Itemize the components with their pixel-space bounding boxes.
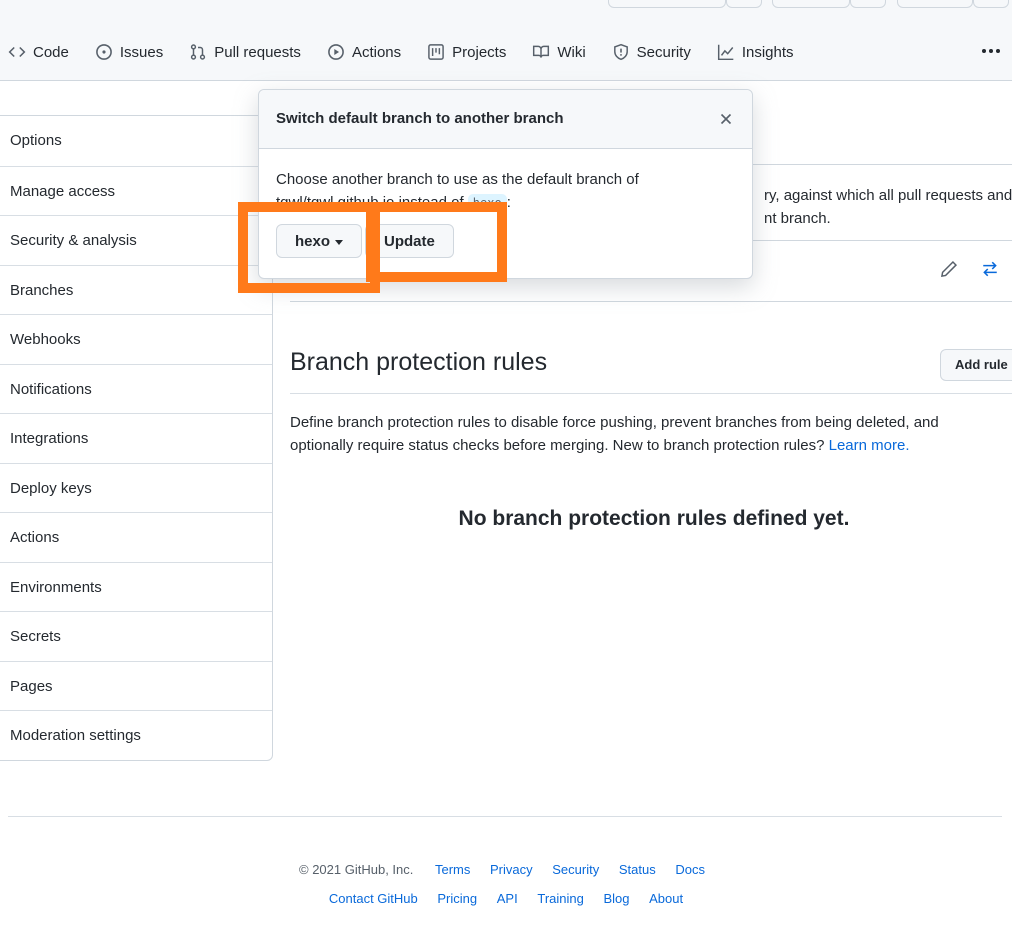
footer-divider (8, 816, 1002, 817)
switch-default-branch-dialog: Switch default branch to another branch … (258, 89, 753, 279)
repo-header: Code Issues Pull requests Actions Projec… (0, 0, 1012, 81)
footer-row-1: © 2021 GitHub, Inc. Terms Privacy Securi… (0, 862, 1012, 877)
branch-protection-title: Branch protection rules (290, 348, 548, 376)
close-dialog-button[interactable] (718, 111, 734, 127)
kebab-horizontal-icon (982, 49, 1000, 53)
add-rule-button[interactable]: Add rule (940, 349, 1012, 381)
sidebar-item-options[interactable]: Options (0, 116, 272, 166)
tab-pull-requests-label: Pull requests (214, 43, 301, 61)
sidebar-item-branches[interactable]: Branches (0, 264, 272, 314)
tab-insights-label: Insights (741, 43, 794, 61)
switch-branch-button[interactable] (980, 260, 1000, 282)
tab-actions[interactable]: Actions (319, 36, 409, 68)
tab-code[interactable]: Code (0, 36, 77, 68)
tab-actions-label: Actions (351, 43, 402, 61)
book-icon (533, 45, 550, 58)
issue-icon (95, 44, 112, 60)
settings-sidebar: Options Manage access Security & analysi… (0, 115, 273, 761)
default-branch-description: ry, against which all pull requests and … (764, 184, 1012, 230)
sidebar-item-webhooks[interactable]: Webhooks (0, 314, 272, 364)
current-branch-chip: hexo (467, 194, 507, 212)
pencil-icon (941, 260, 958, 277)
play-icon (328, 44, 344, 60)
close-icon (720, 113, 732, 125)
sidebar-item-secrets[interactable]: Secrets (0, 611, 272, 661)
tab-code-label: Code (33, 43, 69, 61)
sidebar-item-notifications[interactable]: Notifications (0, 363, 272, 414)
fork-count[interactable] (973, 0, 1009, 8)
tab-security-label: Security (636, 43, 691, 61)
branch-protection-description: Define branch protection rules to disabl… (290, 411, 990, 457)
tab-security[interactable]: Security (604, 36, 699, 68)
sidebar-item-manage-access[interactable]: Manage access (0, 165, 272, 216)
watch-count[interactable] (726, 0, 762, 8)
empty-rules-message: No branch protection rules defined yet. (458, 507, 850, 530)
repo-title[interactable] (8, 0, 178, 2)
rename-branch-button[interactable] (940, 260, 958, 282)
pull-request-icon (191, 44, 206, 60)
footer-link-contact[interactable]: Contact GitHub (329, 891, 418, 906)
sidebar-item-integrations[interactable]: Integrations (0, 413, 272, 463)
sidebar-item-pages[interactable]: Pages (0, 660, 272, 711)
sidebar-item-environments[interactable]: Environments (0, 561, 272, 612)
dialog-body: Choose another branch to use as the defa… (276, 168, 736, 215)
star-count[interactable] (850, 0, 886, 8)
tab-wiki-label: Wiki (557, 43, 586, 61)
branch-select-label: hexo (295, 233, 331, 250)
tab-issues[interactable]: Issues (87, 36, 171, 68)
dialog-repo-name: tqwl/tqwl.github.io (276, 194, 395, 211)
protection-divider (290, 393, 1012, 394)
sidebar-item-actions[interactable]: Actions (0, 512, 272, 562)
tab-wiki[interactable]: Wiki (524, 36, 593, 68)
update-button[interactable]: Update (365, 224, 454, 258)
footer-copyright: © 2021 GitHub, Inc. (299, 862, 414, 877)
triangle-down-icon (335, 239, 344, 245)
dialog-body-prefix: Choose another branch to use as the defa… (276, 171, 639, 188)
dialog-title: Switch default branch to another branch (276, 110, 564, 127)
tab-pull-requests[interactable]: Pull requests (181, 36, 309, 68)
footer-link-blog[interactable]: Blog (603, 891, 629, 906)
tab-insights[interactable]: Insights (709, 36, 802, 68)
repo-nav-tabs: Code Issues Pull requests Actions Projec… (0, 36, 812, 68)
footer-link-privacy[interactable]: Privacy (490, 862, 533, 877)
project-icon (428, 44, 444, 60)
star-button[interactable] (772, 0, 850, 8)
footer-link-api[interactable]: API (497, 891, 518, 906)
footer-link-about[interactable]: About (649, 891, 683, 906)
fork-button[interactable] (897, 0, 973, 8)
branch-select-button[interactable]: hexo (276, 224, 363, 258)
footer-link-training[interactable]: Training (537, 891, 583, 906)
sidebar-item-moderation-settings[interactable]: Moderation settings (0, 710, 272, 760)
more-menu-button[interactable] (978, 38, 1004, 64)
footer-row-2: Contact GitHub Pricing API Training Blog… (0, 891, 1012, 906)
sidebar-item-security-analysis[interactable]: Security & analysis (0, 215, 272, 265)
dialog-instead-of: instead of (398, 194, 464, 211)
footer-link-status[interactable]: Status (619, 862, 656, 877)
footer-link-security[interactable]: Security (552, 862, 599, 877)
learn-more-link[interactable]: Learn more. (829, 437, 910, 454)
footer-link-terms[interactable]: Terms (435, 862, 470, 877)
footer-link-pricing[interactable]: Pricing (437, 891, 477, 906)
default-branch-desc-line2: nt branch. (764, 210, 831, 227)
footer-link-docs[interactable]: Docs (675, 862, 705, 877)
tab-projects-label: Projects (452, 43, 507, 61)
tab-projects[interactable]: Projects (419, 36, 514, 68)
shield-icon (613, 43, 628, 61)
watch-button[interactable] (608, 0, 726, 8)
arrow-switch-icon (983, 261, 997, 277)
sidebar-item-deploy-keys[interactable]: Deploy keys (0, 462, 272, 513)
default-branch-desc-line1: ry, against which all pull requests and (764, 187, 1012, 204)
dialog-header: Switch default branch to another branch (259, 90, 752, 149)
tab-issues-label: Issues (119, 43, 164, 61)
dialog-colon: : (506, 194, 511, 211)
code-icon (8, 46, 26, 58)
graph-icon (717, 44, 734, 61)
